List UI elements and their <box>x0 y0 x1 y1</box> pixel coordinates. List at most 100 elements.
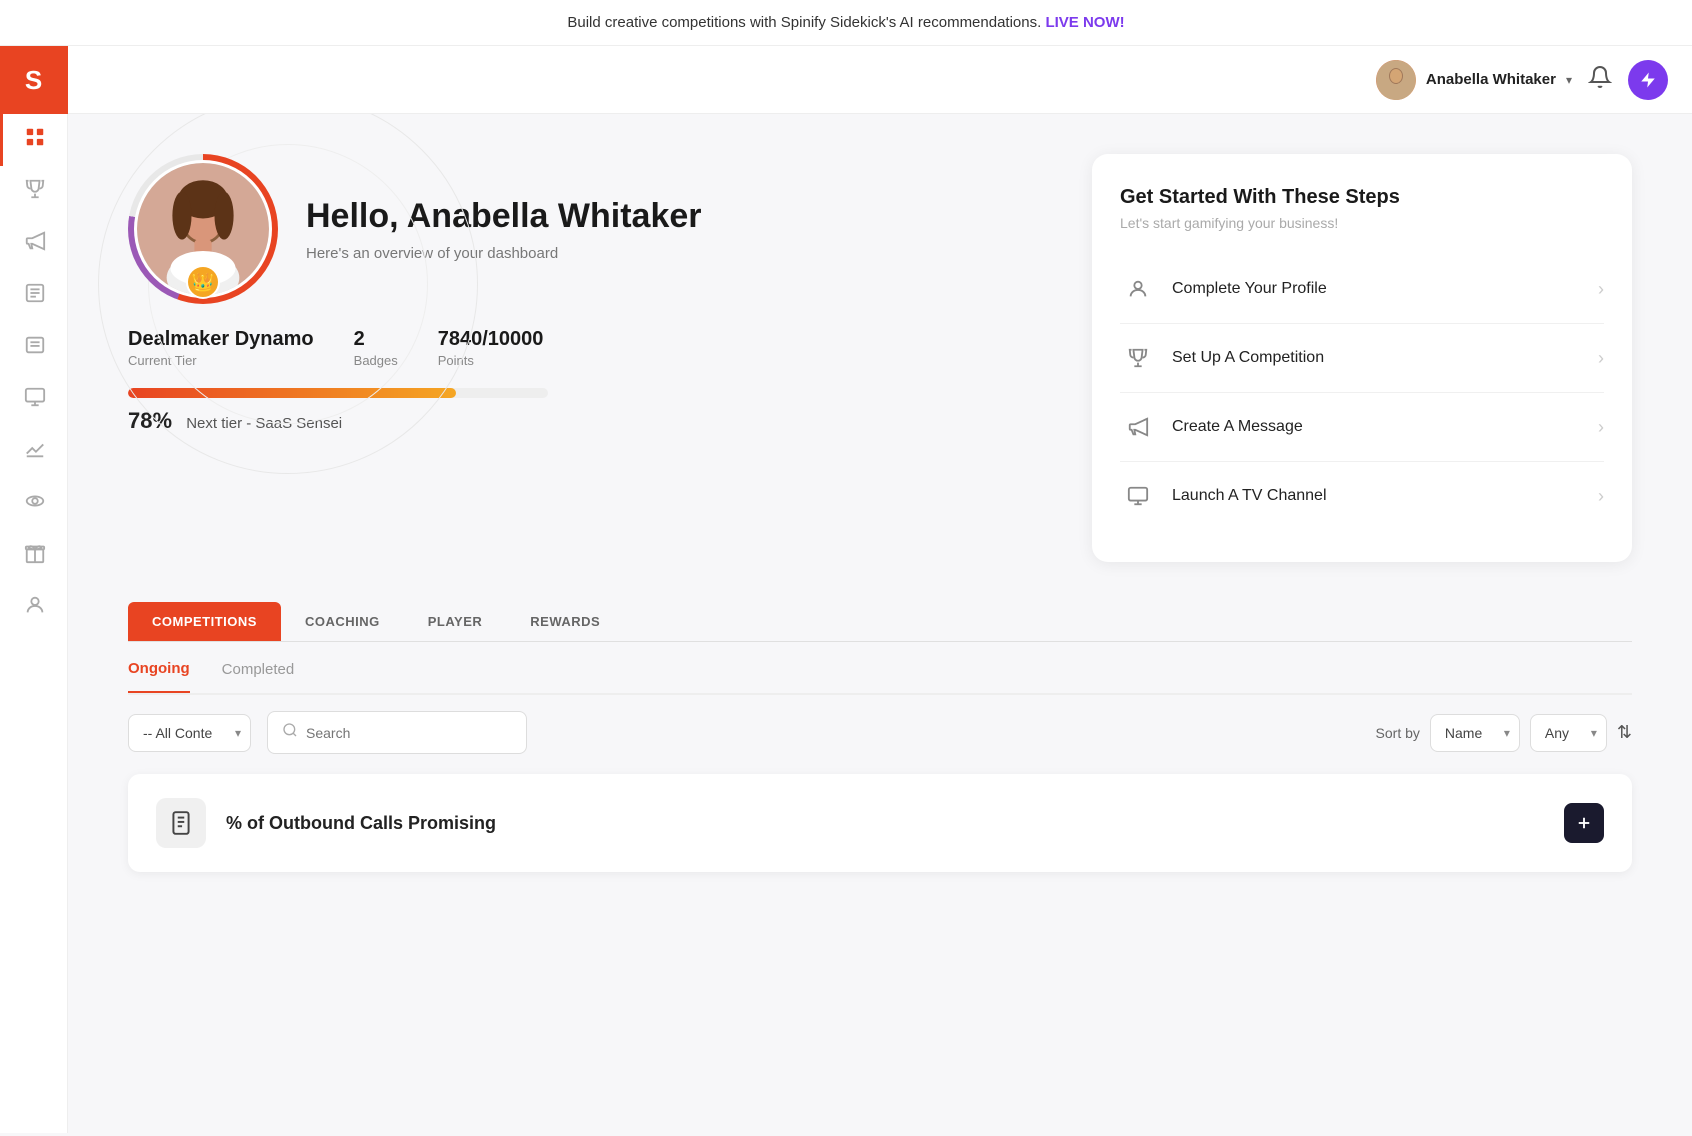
step-label-setup-competition: Set Up A Competition <box>1172 349 1598 367</box>
step-label-create-message: Create A Message <box>1172 418 1598 436</box>
sub-tab-completed[interactable]: Completed <box>222 661 295 692</box>
sidebar-item-gift[interactable] <box>0 530 68 582</box>
search-box[interactable] <box>267 711 527 754</box>
progress-bar-fill <box>128 388 456 398</box>
sidebar-item-monitor[interactable] <box>0 374 68 426</box>
newspaper-icon <box>24 282 46 310</box>
tier-value: Dealmaker Dynamo <box>128 328 314 351</box>
sidebar-item-eye[interactable] <box>0 478 68 530</box>
gift-icon <box>24 542 46 570</box>
megaphone-icon <box>24 230 46 258</box>
step-chevron-complete-profile: › <box>1598 279 1604 300</box>
banner-text: Build creative competitions with Spinify… <box>567 14 1041 31</box>
search-input[interactable] <box>306 725 512 741</box>
sort-label: Sort by <box>1376 725 1420 741</box>
tab-rewards[interactable]: REWARDS <box>506 602 624 641</box>
user-avatar <box>1376 60 1416 100</box>
competition-icon <box>156 798 206 848</box>
step-chevron-launch-tv: › <box>1598 486 1604 507</box>
tab-coaching[interactable]: COACHING <box>281 602 404 641</box>
tab-player[interactable]: PLAYER <box>404 602 507 641</box>
launch-tv-icon <box>1120 478 1156 514</box>
points-label: Points <box>438 353 544 368</box>
setup-competition-icon <box>1120 340 1156 376</box>
get-started-card: Get Started With These Steps Let's start… <box>1092 154 1632 562</box>
user-circle-icon <box>24 594 46 622</box>
badges-value: 2 <box>354 328 398 351</box>
tabs-section: COMPETITIONS COACHING PLAYER REWARDS Ong… <box>128 602 1632 872</box>
sidebar-item-megaphone[interactable] <box>0 218 68 270</box>
hero-section: 👑 Hello, Anabella Whitaker Here's an ove… <box>128 154 1632 562</box>
crown-badge: 👑 <box>186 265 220 299</box>
main-tabs: COMPETITIONS COACHING PLAYER REWARDS <box>128 602 1632 642</box>
sort-select-wrapper: Name ▾ <box>1430 714 1520 752</box>
user-name-label: Anabella Whitaker <box>1426 71 1556 88</box>
progress-bar-outer <box>128 388 548 398</box>
tier-stat: Dealmaker Dynamo Current Tier <box>128 328 314 368</box>
any-select-wrapper: Any ▾ <box>1530 714 1607 752</box>
dashboard-icon <box>24 126 46 154</box>
stats-row: Dealmaker Dynamo Current Tier 2 Badges 7… <box>128 328 1052 368</box>
badges-stat: 2 Badges <box>354 328 398 368</box>
user-menu[interactable]: Anabella Whitaker ▾ <box>1376 60 1572 100</box>
step-setup-competition[interactable]: Set Up A Competition › <box>1120 324 1604 393</box>
progress-text: 78% Next tier - SaaS Sensei <box>128 408 548 434</box>
content-filter-select[interactable]: -- All Conte <box>128 714 251 752</box>
sidebar-item-user[interactable] <box>0 582 68 634</box>
greeting-area: Hello, Anabella Whitaker Here's an overv… <box>306 196 702 262</box>
step-chevron-setup-competition: › <box>1598 348 1604 369</box>
live-now-link[interactable]: LIVE NOW! <box>1045 14 1124 31</box>
trophy-icon <box>24 178 46 206</box>
sidebar-item-dashboard[interactable] <box>0 114 68 166</box>
eye-icon <box>24 490 46 518</box>
step-create-message[interactable]: Create A Message › <box>1120 393 1604 462</box>
crown-icon: 👑 <box>192 272 214 293</box>
avatar-wrapper: 👑 <box>128 154 278 304</box>
create-message-icon <box>1120 409 1156 445</box>
content-filter-wrapper: -- All Conte ▾ <box>128 714 251 752</box>
progress-section: 78% Next tier - SaaS Sensei <box>128 388 548 434</box>
step-label-launch-tv: Launch A TV Channel <box>1172 487 1598 505</box>
complete-profile-icon <box>1120 271 1156 307</box>
competition-title: % of Outbound Calls Promising <box>226 813 496 834</box>
tier-label: Current Tier <box>128 353 314 368</box>
app-header: Anabella Whitaker ▾ <box>68 46 1692 114</box>
sort-group: Sort by Name ▾ Any ▾ <box>1376 714 1632 752</box>
user-menu-chevron: ▾ <box>1566 73 1572 87</box>
greeting-subtitle: Here's an overview of your dashboard <box>306 245 702 262</box>
sidebar-logo[interactable]: S <box>0 46 68 114</box>
badges-label: Badges <box>354 353 398 368</box>
sort-select[interactable]: Name <box>1430 714 1520 752</box>
sidebar-item-chart[interactable] <box>0 426 68 478</box>
get-started-subtitle: Let's start gamifying your business! <box>1120 215 1604 231</box>
sidebar-item-news[interactable] <box>0 270 68 322</box>
chart-line-icon <box>24 438 46 466</box>
greeting-title: Hello, Anabella Whitaker <box>306 196 702 237</box>
get-started-title: Get Started With These Steps <box>1120 186 1604 209</box>
monitor-icon <box>24 386 46 414</box>
sidebar-item-trophy[interactable] <box>0 166 68 218</box>
step-chevron-create-message: › <box>1598 417 1604 438</box>
competition-card: % of Outbound Calls Promising <box>128 774 1632 872</box>
sidebar-item-list[interactable] <box>0 322 68 374</box>
profile-top: 👑 Hello, Anabella Whitaker Here's an ove… <box>128 154 1052 304</box>
points-value: 7840/10000 <box>438 328 544 351</box>
main-content: 👑 Hello, Anabella Whitaker Here's an ove… <box>68 114 1692 1133</box>
sidebar: S <box>0 46 68 1133</box>
profile-area: 👑 Hello, Anabella Whitaker Here's an ove… <box>128 154 1052 562</box>
sub-tab-ongoing[interactable]: Ongoing <box>128 660 190 693</box>
lightning-button[interactable] <box>1628 60 1668 100</box>
tab-competitions[interactable]: COMPETITIONS <box>128 602 281 641</box>
competition-action-button[interactable] <box>1564 803 1604 843</box>
points-stat: 7840/10000 Points <box>438 328 544 368</box>
sub-tabs: Ongoing Completed <box>128 642 1632 695</box>
sort-direction-icon[interactable]: ⇅ <box>1617 722 1632 743</box>
top-banner: Build creative competitions with Spinify… <box>0 0 1692 46</box>
any-select[interactable]: Any <box>1530 714 1607 752</box>
filter-row: -- All Conte ▾ Sort by <box>128 711 1632 754</box>
step-launch-tv[interactable]: Launch A TV Channel › <box>1120 462 1604 530</box>
list-icon <box>24 334 46 362</box>
notification-bell[interactable] <box>1588 65 1612 95</box>
step-complete-profile[interactable]: Complete Your Profile › <box>1120 255 1604 324</box>
step-label-complete-profile: Complete Your Profile <box>1172 280 1598 298</box>
